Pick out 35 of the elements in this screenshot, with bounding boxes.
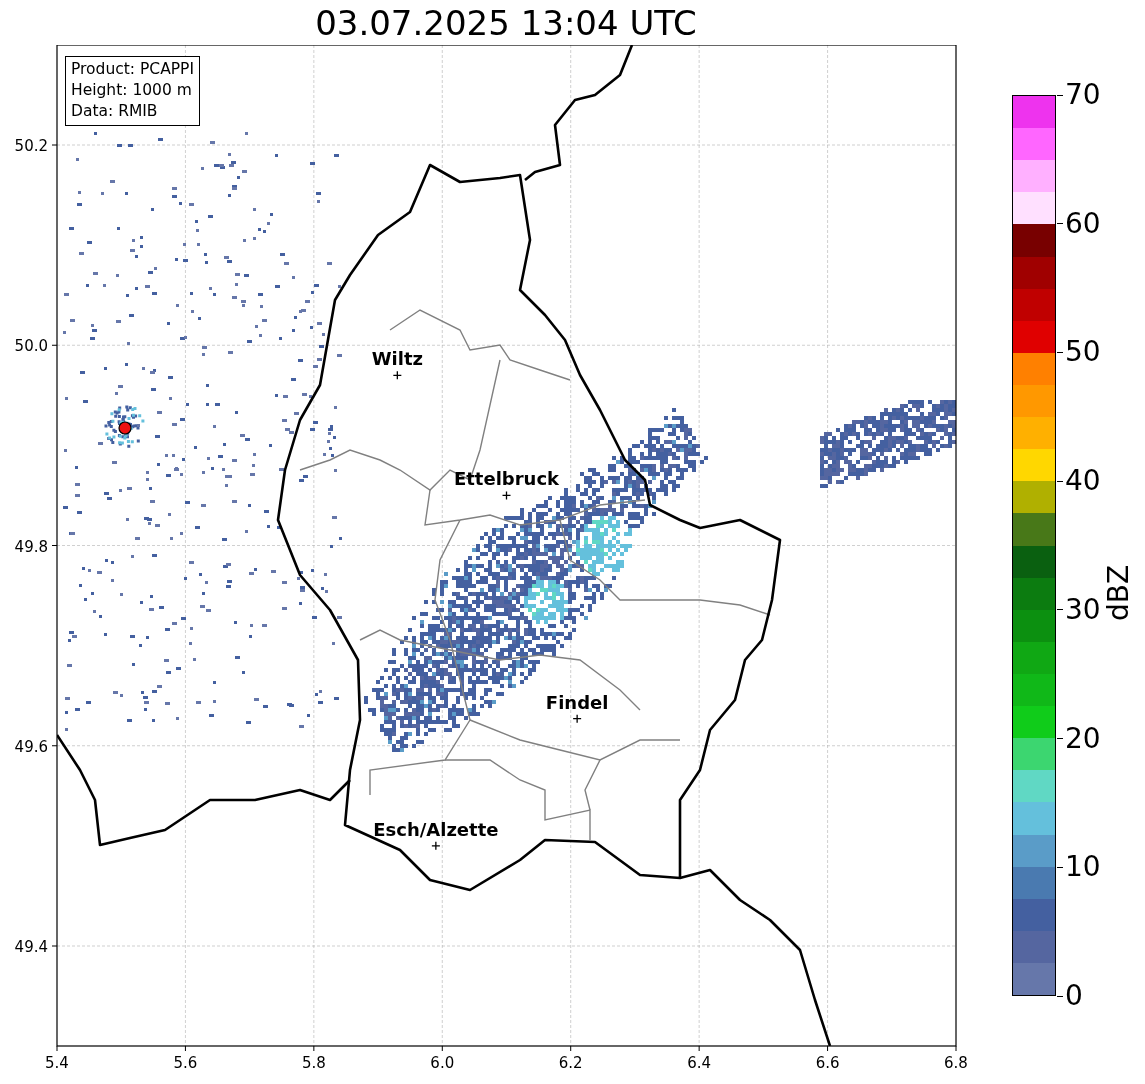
axis-tick-label: 49.4 xyxy=(14,938,48,956)
info-text: Height: 1000 m xyxy=(71,80,193,101)
info-text: Product: PCAPPI xyxy=(71,59,195,80)
axis-tick-label: 50.2 xyxy=(14,137,48,155)
colorbar-tick-label: 70 xyxy=(1065,79,1101,111)
colorbar-tick-label: 20 xyxy=(1065,722,1101,755)
city-label: Esch/Alzette xyxy=(373,818,499,840)
colorbar-tick-label: 50 xyxy=(1065,336,1101,369)
colorbar-tick-label: 10 xyxy=(1065,851,1101,884)
axis-tick-label: 6.4 xyxy=(687,1054,712,1072)
plus-marker-icon xyxy=(572,714,582,724)
axis-tick-label: 6.6 xyxy=(815,1054,840,1072)
colorbar-tick-label: 30 xyxy=(1065,593,1101,626)
axis-tick-label: 6.2 xyxy=(558,1054,583,1072)
axis-tick-label: 49.8 xyxy=(14,537,48,556)
plus-marker-icon xyxy=(431,841,441,851)
city-label: Wiltz xyxy=(371,348,423,370)
colorbar-tick-label: 60 xyxy=(1065,207,1101,240)
city-label: Ettelbruck xyxy=(453,468,560,490)
colorbar-tick-label: 0 xyxy=(1065,980,1083,1012)
axis-tick-label: 50.0 xyxy=(14,337,48,356)
axis-tick-label: 6.8 xyxy=(944,1054,968,1072)
plus-marker-icon xyxy=(501,490,512,501)
map-title: 03.07.2025 13:04 UTC xyxy=(315,2,697,43)
info-text: Data: RMIB xyxy=(71,101,159,122)
plus-marker-icon xyxy=(392,370,402,380)
colorbar-label: dBZ xyxy=(1101,564,1135,622)
axis-tick-label: 49.6 xyxy=(14,737,48,756)
tick-mark xyxy=(1057,995,1063,997)
colorbar-tick-label: 40 xyxy=(1065,465,1101,498)
axis-tick-label: 5.8 xyxy=(301,1054,326,1072)
axis-tick-label: 6.0 xyxy=(430,1054,455,1072)
city-label: Findel xyxy=(545,691,609,713)
axis-tick-label: 5.4 xyxy=(45,1054,69,1072)
axis-tick-label: 5.6 xyxy=(173,1054,198,1072)
